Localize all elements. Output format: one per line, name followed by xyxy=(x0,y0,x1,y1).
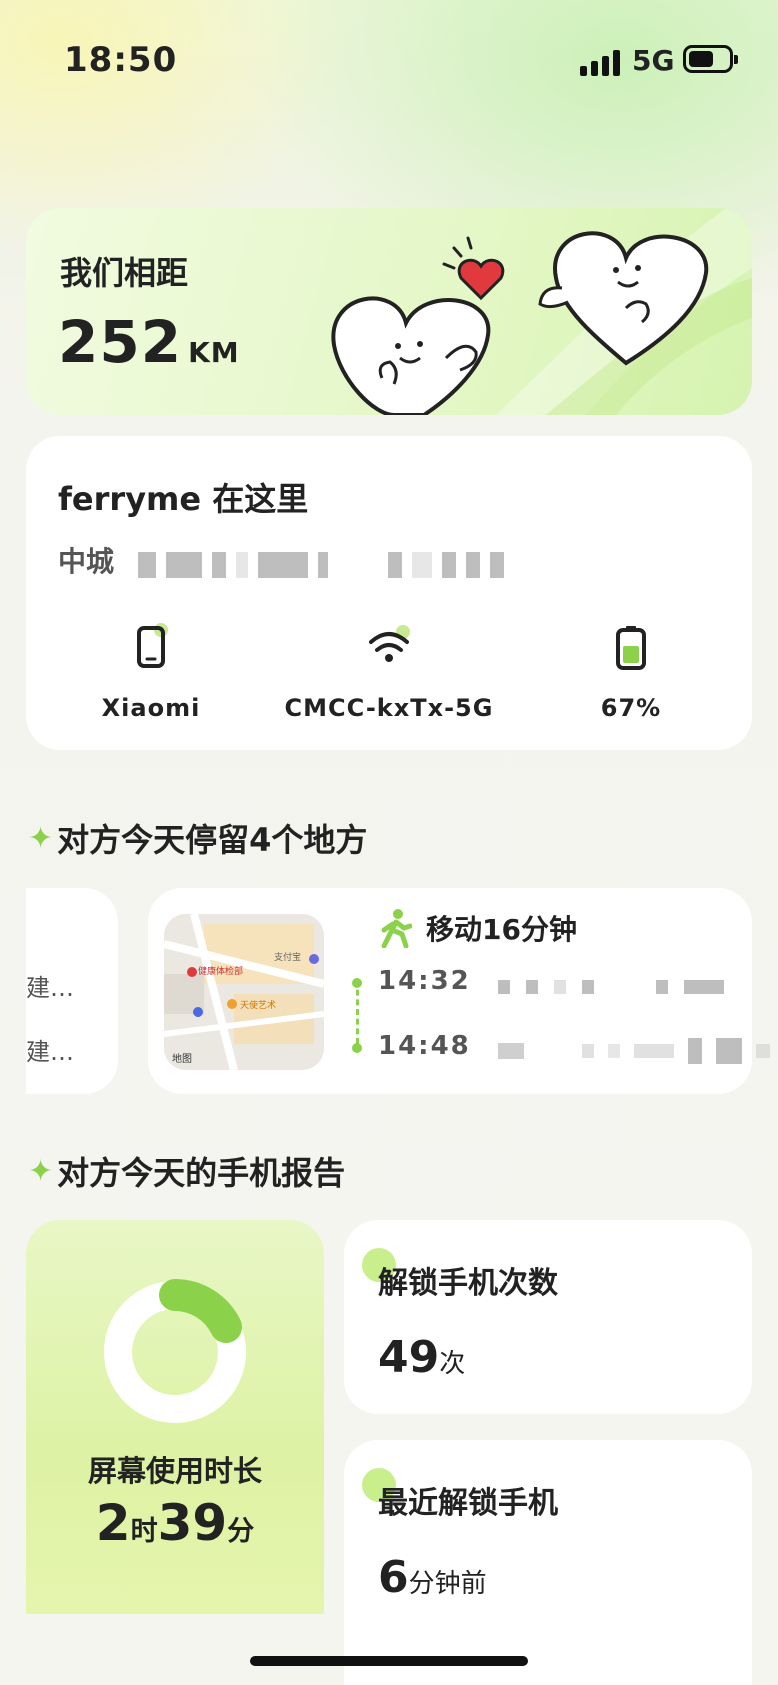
unlock-count-value: 49次 xyxy=(378,1332,466,1383)
status-time: 18:50 xyxy=(64,40,178,80)
timeline-dot xyxy=(352,1043,362,1053)
network-type: 5G xyxy=(632,44,675,77)
battery-icon xyxy=(683,45,738,73)
report-section-title: ✦ 对方今天的手机报告 xyxy=(28,1153,346,1193)
phone-icon xyxy=(26,622,276,672)
timeline-dot xyxy=(352,978,362,988)
unlock-count-label: 解锁手机次数 xyxy=(378,1266,558,1301)
walking-person-icon xyxy=(381,909,412,948)
red-heart-icon xyxy=(442,236,505,301)
distance-title: 我们相距 xyxy=(60,254,189,292)
movement-label: 移动16分钟 xyxy=(426,913,577,946)
previous-stop-line2: 建… xyxy=(26,1038,74,1066)
battery-level-icon xyxy=(506,622,756,672)
stop-card[interactable]: 健康体检部 支付宝 天使艺术 地图 移动16分钟 14:32 14:48 xyxy=(148,888,770,1094)
device-model: Xiaomi xyxy=(26,622,276,722)
screen-time-label: 屏幕使用时长 xyxy=(87,1454,262,1488)
partner-location-card[interactable]: ferryme 在这里 中城 Xiaomi CMCC-kxTx-5G 67% xyxy=(26,436,752,750)
unlock-count-card[interactable]: 解锁手机次数 49次 xyxy=(344,1220,752,1414)
departure-time: 14:48 xyxy=(378,1031,471,1061)
distance-card[interactable]: 我们相距 252 KM xyxy=(26,208,752,415)
wifi-icon xyxy=(264,622,514,672)
battery-level-label: 67% xyxy=(600,694,662,722)
screen-time-ring-icon xyxy=(104,1279,246,1423)
map-caption: 地图 xyxy=(172,1054,192,1065)
arrival-time: 14:32 xyxy=(378,966,471,996)
map-thumbnail[interactable]: 健康体检部 支付宝 天使艺术 地图 xyxy=(164,914,324,1070)
last-unlock-label: 最近解锁手机 xyxy=(378,1486,558,1521)
map-label: 天使艺术 xyxy=(240,1001,277,1011)
device-model-label: Xiaomi xyxy=(101,694,201,722)
map-label: 健康体检部 xyxy=(198,967,244,977)
sparkle-icon: ✦ xyxy=(28,1153,54,1189)
wifi-network: CMCC-kxTx-5G xyxy=(264,622,514,722)
map-label: 支付宝 xyxy=(274,953,302,963)
hearts-illustration-icon xyxy=(331,231,709,415)
cellular-signal-icon xyxy=(580,48,620,76)
wifi-network-label: CMCC-kxTx-5G xyxy=(284,694,494,722)
partner-name: ferryme 在这里 xyxy=(58,480,309,518)
previous-stop-card[interactable]: 建… 建… xyxy=(26,888,118,1094)
screen-time-value: 2时39分 xyxy=(95,1494,255,1552)
sparkle-icon: ✦ xyxy=(28,820,54,856)
partner-address: 中城 xyxy=(58,545,115,578)
last-unlock-card[interactable]: 最近解锁手机 6分钟前 xyxy=(344,1440,752,1685)
home-indicator[interactable] xyxy=(250,1656,528,1666)
timeline-line xyxy=(356,980,359,1044)
device-battery: 67% xyxy=(506,622,756,722)
stops-section-title: ✦ 对方今天停留4个地方 xyxy=(28,820,368,860)
distance-value: 252 KM xyxy=(58,308,240,376)
movement-summary: 移动16分钟 xyxy=(378,908,577,948)
previous-stop-line1: 建… xyxy=(26,974,74,1002)
last-unlock-value: 6分钟前 xyxy=(378,1552,487,1603)
screen-time-card[interactable]: 屏幕使用时长 2时39分 xyxy=(26,1220,324,1614)
place-redacted xyxy=(498,980,724,994)
place-redacted xyxy=(498,1038,770,1064)
address-redacted xyxy=(138,552,504,578)
